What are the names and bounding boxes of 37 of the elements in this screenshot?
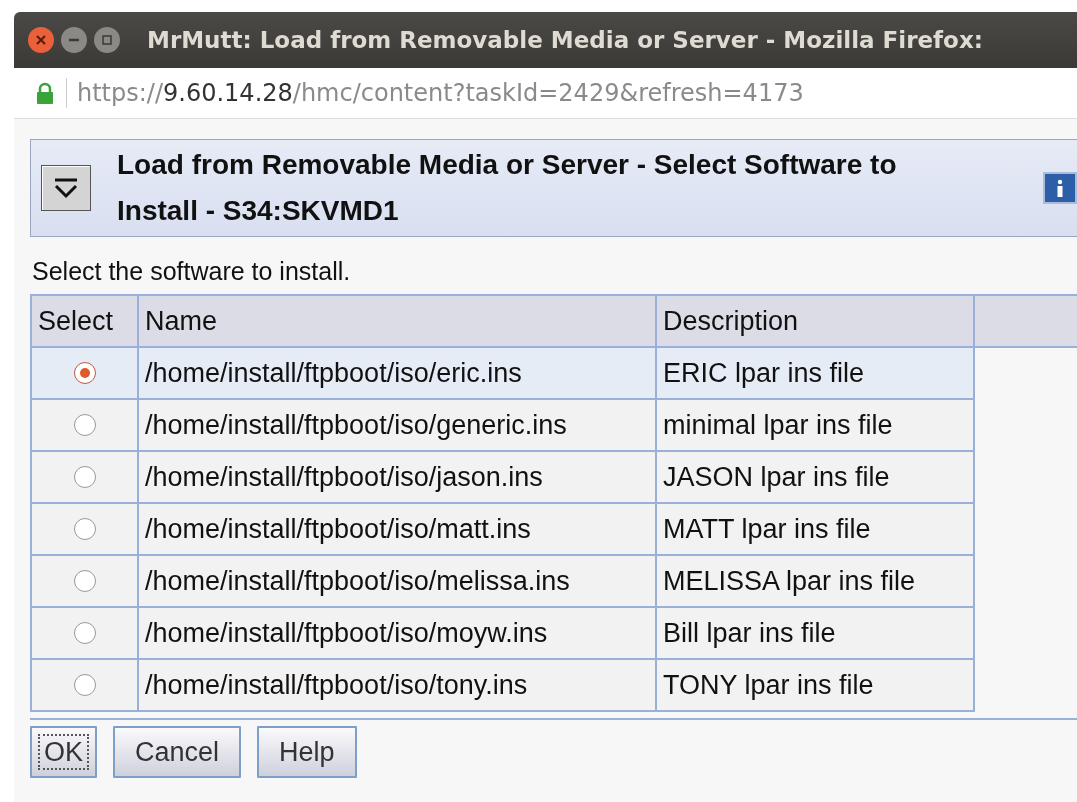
column-header: Description (657, 296, 975, 348)
radio-button[interactable] (73, 570, 96, 592)
table-cell: JASON lpar ins file (657, 452, 975, 504)
table-cell: Bill lpar ins file (657, 608, 975, 660)
table-cell: minimal lpar ins file (657, 400, 975, 452)
column-header: Name (139, 296, 657, 348)
panel-title: Load from Removable Media or Server - Select Software to Install - S34:SKVMD1 (117, 148, 898, 228)
table-cell: /home/install/ftpboot/iso/matt.ins (139, 504, 657, 556)
radio-button[interactable] (73, 362, 96, 384)
close-icon[interactable] (28, 27, 54, 53)
info-icon[interactable] (1043, 172, 1077, 204)
address-field[interactable]: https://9.60.14.28/hmc/content?taskId=2429&refresh=4173 (77, 79, 804, 107)
radio-button[interactable] (73, 518, 96, 540)
radio-button[interactable] (73, 466, 96, 488)
table-cell: /home/install/ftpboot/iso/tony.ins (139, 660, 657, 712)
help-button[interactable]: Help (257, 726, 357, 778)
collapse-icon (53, 177, 79, 199)
radio-button[interactable] (73, 622, 96, 644)
instruction-text: Select the software to install. (32, 257, 351, 285)
table-cell: MATT lpar ins file (657, 504, 975, 556)
table-cell: /home/install/ftpboot/iso/moyw.ins (139, 608, 657, 660)
table-cell: ERIC lpar ins file (657, 348, 975, 400)
collapse-toggle[interactable] (41, 165, 91, 211)
cancel-button[interactable]: Cancel (113, 726, 242, 778)
radio-button[interactable] (73, 414, 96, 436)
window-title: MrMutt: Load from Removable Media or Server - Mozilla Firefox: (147, 27, 983, 53)
table-cell: MELISSA lpar ins file (657, 556, 975, 608)
ok-button[interactable]: OK (30, 726, 97, 778)
table-cell: /home/install/ftpboot/iso/jason.ins (139, 452, 657, 504)
table-cell: /home/install/ftpboot/iso/eric.ins (139, 348, 657, 400)
table-cell: /home/install/ftpboot/iso/generic.ins (139, 400, 657, 452)
radio-button[interactable] (73, 674, 96, 696)
minimize-icon[interactable] (61, 27, 87, 53)
column-header: Select (32, 296, 139, 348)
table-cell: TONY lpar ins file (657, 660, 975, 712)
maximize-icon[interactable] (94, 27, 120, 53)
table-cell: /home/install/ftpboot/iso/melissa.ins (139, 556, 657, 608)
